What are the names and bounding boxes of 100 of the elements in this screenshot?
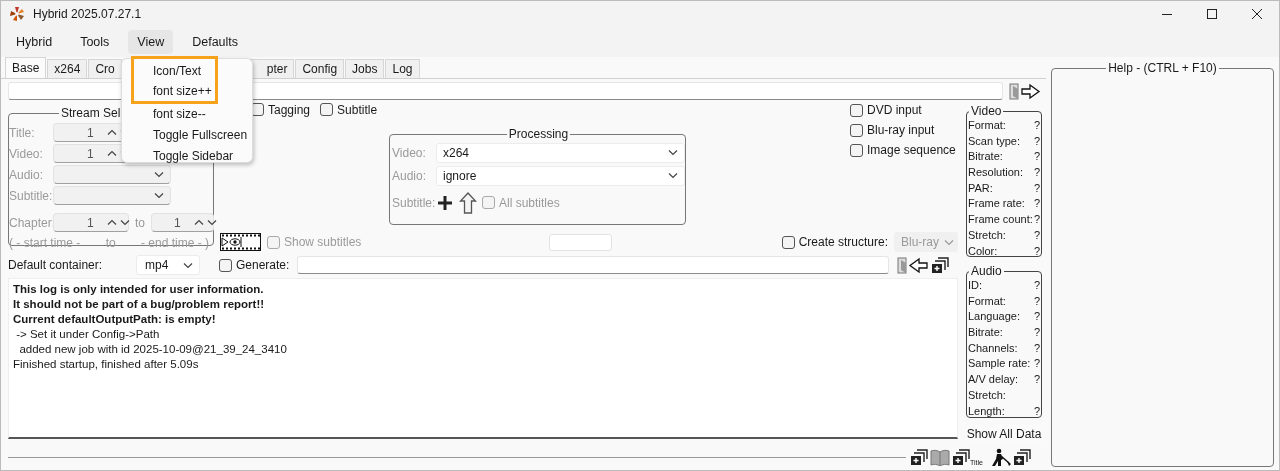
group-title: Processing (507, 127, 570, 141)
chevron-up-icon[interactable] (193, 219, 204, 226)
chevron-up-icon[interactable] (106, 150, 117, 157)
log-line: -> Set it under Config->Path (15, 327, 161, 342)
menu-item[interactable]: font size-- (122, 104, 252, 125)
log-line: This log is only intended for user information. (13, 282, 265, 297)
film-strip-icon[interactable] (220, 233, 261, 251)
add-window-icon[interactable] (1012, 449, 1031, 466)
app-logo-icon (9, 6, 25, 22)
add-window-icon[interactable] (931, 256, 950, 274)
field-label: Default container: (8, 258, 104, 272)
log-line: It should not be part of a bug/problem report!! (13, 297, 266, 312)
tab[interactable]: x264 (47, 59, 88, 78)
checkbox-label: Show subtitles (284, 235, 362, 249)
close-icon[interactable] (1251, 9, 1262, 19)
info-label: Language: (968, 309, 1020, 325)
add-icon[interactable] (436, 193, 454, 212)
up-arrow-icon[interactable] (459, 191, 477, 214)
info-label: Format: (968, 118, 1006, 133)
info-value: ? (1033, 356, 1040, 372)
info-label: Channels: (968, 340, 1018, 356)
group-title: Stream Sel (60, 106, 122, 120)
field-label: Audio: (392, 168, 428, 183)
checkbox[interactable] (320, 103, 334, 116)
menu-item[interactable]: Hybrid (7, 30, 62, 54)
checkbox-label: Create structure: (798, 235, 888, 249)
info-label: Format: (968, 293, 1006, 309)
info-label: Scan type: (968, 133, 1020, 149)
info-label: Resolution: (968, 165, 1024, 181)
info-label: Length: (968, 403, 1005, 419)
checkbox[interactable] (850, 143, 863, 157)
info-label: Color: (968, 243, 998, 259)
info-value: ? (1033, 165, 1040, 181)
field-label: Chapter: (9, 215, 53, 230)
chevron-up-icon[interactable] (106, 219, 117, 226)
checkbox[interactable] (219, 258, 232, 272)
dropdown[interactable]: x264 (436, 142, 685, 163)
checkbox[interactable] (850, 123, 863, 137)
info-value: ? (1033, 278, 1040, 293)
menu-item[interactable]: View (128, 30, 174, 54)
person-shovel-icon[interactable] (990, 448, 1011, 466)
add-window-icon[interactable] (910, 449, 928, 466)
menu-item[interactable]: Defaults (183, 30, 248, 54)
dropdown[interactable]: ignore (436, 165, 685, 186)
checkbox-label: DVD input (867, 103, 922, 117)
checkbox-label: Tagging (268, 102, 311, 117)
info-label: Stretch: (968, 387, 1006, 403)
book-icon[interactable] (930, 448, 950, 466)
spin-box[interactable]: 1 (151, 213, 214, 232)
dropdown[interactable]: mp4 (136, 255, 200, 275)
chevron-down-icon (944, 238, 954, 246)
info-value: ? (1033, 212, 1040, 228)
field-label: to (135, 215, 145, 230)
field-label: Subtitle: (9, 188, 53, 203)
info-value: ? (1033, 325, 1040, 341)
info-label: ID: (968, 278, 983, 293)
checkbox-label: Blu-ray input (867, 123, 935, 137)
chevron-down-icon[interactable] (119, 219, 130, 226)
file-arrow-right-icon[interactable] (1009, 81, 1041, 101)
checkbox[interactable] (850, 103, 863, 117)
info-value: ? (1033, 149, 1040, 165)
checkbox-label: Subtitle (337, 102, 378, 117)
blank-field[interactable] (549, 233, 613, 251)
info-value: ? (1033, 180, 1040, 196)
log-line: added new job with id 2025-10-09@21_39_24_3410 (18, 342, 288, 357)
info-value: ? (1033, 227, 1040, 243)
info-label: Sample rate: (968, 356, 1031, 372)
info-value: ? (1033, 118, 1040, 133)
info-label: Frame rate: (968, 196, 1025, 212)
info-label: Bitrate: (968, 325, 1003, 341)
file-arrow-left-icon[interactable] (897, 255, 930, 275)
info-value: ? (1033, 293, 1040, 309)
info-label: Frame count: (968, 212, 1033, 228)
field-label: Video: (392, 145, 427, 160)
checkbox[interactable] (781, 235, 795, 249)
tab[interactable]: Jobs (345, 59, 385, 78)
chevron-down-icon[interactable] (206, 219, 217, 226)
info-value: ? (1033, 243, 1040, 259)
info-value: ? (1033, 133, 1040, 149)
spin-box[interactable]: 1 (53, 213, 129, 232)
chevron-down-icon (154, 171, 164, 178)
text-field[interactable] (297, 256, 890, 274)
field-label: Subtitle: (392, 195, 436, 210)
log-line: Finished startup, finished after 5.09s (13, 357, 200, 372)
menu-item[interactable]: font size++ (134, 81, 215, 101)
menu-item[interactable]: Tools (71, 30, 119, 54)
add-window-icon[interactable] (952, 449, 970, 466)
tab[interactable]: Log (385, 59, 420, 78)
tab[interactable]: Base (5, 57, 47, 78)
chevron-down-icon (183, 261, 193, 269)
maximize-icon[interactable] (1206, 9, 1217, 19)
group-title: Video (970, 104, 1003, 118)
group-title: Audio (970, 264, 1003, 278)
tab[interactable]: Cro (88, 59, 122, 78)
chevron-down-icon (668, 149, 678, 156)
info-value: ? (1033, 309, 1040, 325)
tab[interactable]: Config (295, 59, 345, 78)
menu-item[interactable]: Icon/Text (134, 61, 215, 81)
checkbox-label: Generate: (236, 258, 290, 272)
chevron-up-icon[interactable] (106, 129, 117, 136)
